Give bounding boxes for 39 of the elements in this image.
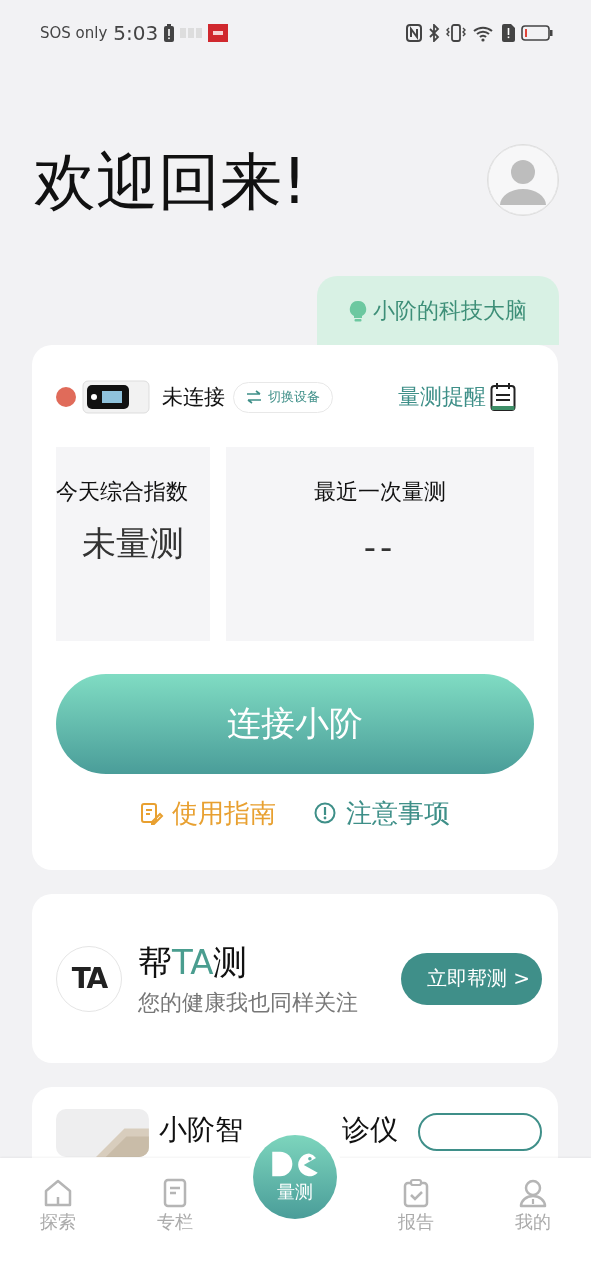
info-icon [314,801,338,826]
nav-tab[interactable]: 报告 [371,1158,462,1235]
nav-tab[interactable]: 专栏 [129,1158,220,1235]
oximeter-device-icon [82,377,150,417]
reminder-button[interactable]: 量测提醒 [398,382,516,412]
app-badge-icon [208,24,229,42]
card-subtitle: 您的健康我也同样关注 [138,988,359,1017]
stat-value: 未量测 [82,522,184,565]
sim-alert-icon [502,24,515,42]
welcome-title: 欢迎回来! [34,144,307,220]
switch-device-button[interactable]: 切换设备 [233,381,333,413]
product-button[interactable] [418,1113,542,1151]
carrier-text: SOS only [40,24,108,42]
lightbulb-icon [349,299,367,322]
guide-link[interactable]: 使用指南 [140,796,276,831]
product-title: 诊仪 [342,1113,399,1147]
stat-label: 最近一次量测 [314,478,446,506]
person-icon [517,1178,548,1208]
nav-tab[interactable]: 探索 [13,1158,104,1235]
clock: 5:03 [113,21,159,45]
calendar-icon [490,382,516,412]
notice-link[interactable]: 注意事项 [314,796,450,831]
nav-tab[interactable]: 我的 [487,1158,578,1235]
battery-low-icon [521,24,553,42]
product-title: 小阶智 [158,1113,243,1147]
help-measure-button[interactable]: 立即帮测 > [400,952,542,1005]
nfc-icon [406,24,422,42]
vibrate-icon [446,24,466,42]
stat-value: -- [363,527,397,567]
connection-status: 未连接 [162,384,225,411]
swap-icon [246,390,262,404]
bluetooth-icon [428,24,440,42]
connect-button[interactable]: 连接小阶 [56,674,534,774]
brain-tab[interactable]: 小阶的科技大脑 [317,276,559,345]
stat-label: 今天综合指数 [56,478,189,506]
card-title: 帮TA测 [138,940,249,984]
battery-alert-icon [164,24,175,42]
document-pen-icon [140,801,164,826]
home-icon [43,1178,74,1208]
